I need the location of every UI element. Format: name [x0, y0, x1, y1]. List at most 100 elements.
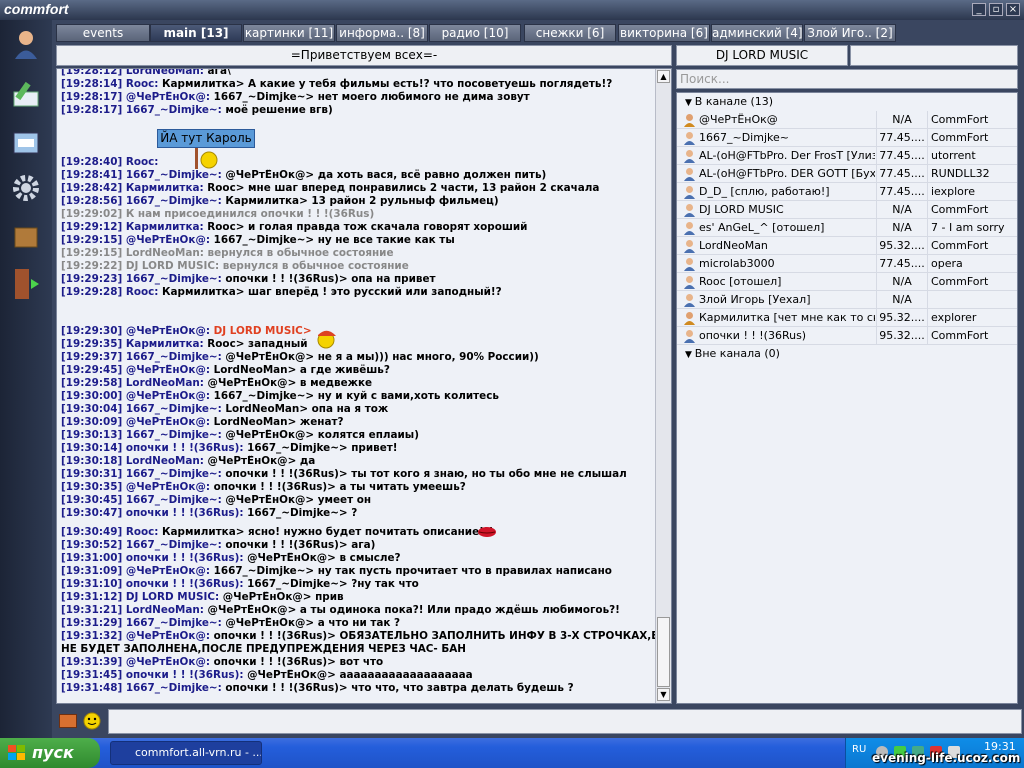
tab-kartinki[interactable]: картинки [11] — [243, 24, 335, 42]
chat-nick[interactable]: 1667_~Dimjke~: — [126, 403, 222, 415]
tab-informa[interactable]: информа.. [8] — [336, 24, 428, 42]
chat-time: [19:31:29] — [61, 617, 123, 629]
user-row[interactable]: microlab3000 77.45.... opera — [677, 255, 1017, 273]
chat-nick[interactable]: 1667_~Dimjke~: — [126, 617, 222, 629]
taskbar-item-commfort[interactable]: commfort.all-vrn.ru - ... — [110, 741, 262, 765]
chat-nick[interactable]: @ЧеРтЁнОк@: — [126, 364, 210, 376]
tab-snezhki[interactable]: снежки [6] — [524, 24, 616, 42]
chat-text: @ЧеРтЁнОк@> да — [207, 455, 316, 467]
chat-text: опочки ! ! !(36Rus)> а ты читать умеешь? — [213, 481, 466, 493]
user-row[interactable]: Кармилитка [чет мне как то ску... 95.32..… — [677, 309, 1017, 327]
chat-nick[interactable]: 1667_~Dimjke~: — [126, 494, 222, 506]
chat-nick[interactable]: Rooc: — [126, 526, 159, 538]
edit-notepad-icon[interactable] — [8, 76, 44, 112]
chat-nick[interactable]: 1667_~Dimjke~: — [126, 273, 222, 285]
user-row[interactable]: опочки ! ! !(36Rus) 95.32.... CommFort — [677, 327, 1017, 345]
messages-icon[interactable] — [8, 124, 44, 160]
chat-nick[interactable]: Rooc: — [126, 286, 159, 298]
chat-line: [19:29:37] 1667_~Dimjke~: @ЧеРтЁнОк@> не… — [61, 351, 655, 364]
tab-events[interactable]: events — [56, 24, 150, 42]
chat-nick[interactable]: 1667_~Dimjke~: — [126, 539, 222, 551]
user-row[interactable]: es' AnGeL_^ [отошел] N/A 7 - I am sorry — [677, 219, 1017, 237]
chat-nick[interactable]: Rooc: — [126, 156, 159, 168]
user-profile-icon[interactable] — [8, 26, 44, 62]
chat-nick[interactable]: 1667_~Dimjke~: — [126, 351, 222, 363]
chevron-down-icon: ▼ — [685, 350, 695, 360]
chat-nick[interactable]: 1667_~Dimjke~: — [126, 429, 222, 441]
scroll-up-arrow-icon[interactable]: ▲ — [657, 70, 670, 83]
user-row[interactable]: 1667_~Dimjke~ 77.45.... CommFort — [677, 129, 1017, 147]
tab-radio[interactable]: радио [10] — [429, 24, 521, 42]
close-button[interactable]: × — [1006, 3, 1020, 16]
scroll-down-arrow-icon[interactable]: ▼ — [657, 688, 670, 701]
chat-nick[interactable]: Rooc: — [126, 78, 159, 90]
chat-nick[interactable]: @ЧеРтЁнОк@: — [126, 91, 210, 103]
maximize-button[interactable]: ▫ — [989, 3, 1003, 16]
user-male-icon — [683, 185, 696, 199]
minimize-button[interactable]: _ — [972, 3, 986, 16]
user-search-input[interactable]: Поиск... — [676, 69, 1018, 89]
chat-nick[interactable]: @ЧеРтЁнОк@: — [126, 416, 210, 428]
chat-scrollbar[interactable]: ▲ ▼ — [655, 69, 671, 703]
image-icon[interactable] — [59, 714, 77, 728]
chat-nick[interactable]: Кармилитка: — [126, 182, 204, 194]
chat-text: @ЧеРтЁнОк@> в смысле? — [247, 552, 401, 564]
chat-nick[interactable]: 1667_~Dimjke~: — [126, 468, 222, 480]
tab-zloy-igor[interactable]: Злой Иго.. [2] — [804, 24, 896, 42]
chat-nick[interactable]: LordNeoMan: — [126, 455, 204, 467]
chat-nick[interactable]: DJ LORD MUSIC: — [126, 591, 219, 603]
group-out-channel[interactable]: ▼ Вне канала (0) — [677, 345, 1017, 363]
chat-nick[interactable]: опочки ! ! !(36Rus): — [126, 578, 244, 590]
chat-nick[interactable]: @ЧеРтЁнОк@: — [126, 390, 210, 402]
user-row[interactable]: LordNeoMan 95.32.... CommFort — [677, 237, 1017, 255]
chat-nick[interactable]: @ЧеРтЁнОк@: — [126, 565, 210, 577]
chat-nick[interactable]: опочки ! ! !(36Rus): — [126, 442, 244, 454]
chat-nick[interactable]: Кармилитка: — [126, 221, 204, 233]
chat-nick[interactable]: Кармилитка: — [126, 338, 204, 350]
chat-nick[interactable]: 1667_~Dimjke~: — [126, 195, 222, 207]
app-window: commfort _ ▫ × events main [13] картинки… — [0, 0, 1024, 768]
user-row[interactable]: D_D_ [сплю, работаю!] 77.45.... iexplore — [677, 183, 1017, 201]
user-row[interactable]: Злой Игорь [Уехал] N/A — [677, 291, 1017, 309]
chat-nick[interactable]: @ЧеРтЁнОк@: — [126, 630, 210, 642]
chat-nick[interactable]: @ЧеРтЁнОк@: — [126, 481, 210, 493]
user-client: CommFort — [931, 113, 989, 126]
settings-gear-icon[interactable] — [8, 170, 44, 206]
chat-text: Кармилитка> 13 район 2 рульныф фильмец) — [225, 195, 499, 207]
chat-line: [19:28:42] Кармилитка: Rooc> мне шаг впе… — [61, 182, 655, 195]
folder-icon[interactable] — [8, 218, 44, 254]
user-nick: Злой Игорь [Уехал] — [699, 293, 811, 306]
column-divider — [876, 309, 877, 327]
chat-nick[interactable]: 1667_~Dimjke~: — [126, 104, 222, 116]
tab-main[interactable]: main [13] — [150, 24, 242, 42]
user-row[interactable]: @ЧеРтЁнОк@ N/A CommFort — [677, 111, 1017, 129]
exit-door-icon[interactable] — [8, 266, 44, 302]
chat-nick[interactable]: @ЧеРтЁнОк@: — [126, 656, 210, 668]
group-in-channel[interactable]: ▼ В канале (13) — [677, 93, 1017, 111]
chat-nick[interactable]: LordNeoMan: — [126, 377, 204, 389]
smiley-icon[interactable] — [83, 712, 101, 734]
user-male-icon — [683, 239, 696, 253]
user-nick: LordNeoMan — [699, 239, 768, 252]
tab-viktorina[interactable]: викторина [6] — [618, 24, 710, 42]
user-row[interactable]: DJ LORD MUSIC N/A CommFort — [677, 201, 1017, 219]
chat-nick[interactable]: @ЧеРтЁнОк@: — [126, 234, 210, 246]
chat-nick[interactable]: К нам присоединился — [126, 208, 257, 220]
chat-text: @ЧеРтЁнОк@> в медвежке — [207, 377, 373, 389]
chat-nick[interactable]: опочки ! ! !(36Rus): — [126, 669, 244, 681]
chat-nick[interactable]: LordNeoMan: — [126, 69, 204, 77]
user-row[interactable]: Rooc [отошел] N/A CommFort — [677, 273, 1017, 291]
message-input[interactable] — [108, 709, 1022, 734]
chat-nick[interactable]: опочки ! ! !(36Rus): — [126, 552, 244, 564]
chat-nick[interactable]: 1667_~Dimjke~: — [126, 682, 222, 694]
chat-nick[interactable]: @ЧеРтЁнОк@: — [126, 325, 210, 337]
language-indicator[interactable]: RU — [852, 744, 866, 755]
scroll-thumb[interactable] — [657, 617, 670, 687]
chat-nick[interactable]: DJ LORD MUSIC: — [126, 260, 219, 272]
chat-nick[interactable]: опочки ! ! !(36Rus): — [126, 507, 244, 519]
tab-adminskiy[interactable]: админский [4] — [711, 24, 803, 42]
user-row[interactable]: AL-(oH@FTbPro. Der FrosT [Улиз... 77.45..… — [677, 147, 1017, 165]
chat-nick[interactable]: LordNeoMan: — [126, 247, 204, 259]
user-row[interactable]: AL-(oH@FTbPro. DER GOTT [Бух... 77.45....… — [677, 165, 1017, 183]
chat-nick[interactable]: LordNeoMan: — [126, 604, 204, 616]
